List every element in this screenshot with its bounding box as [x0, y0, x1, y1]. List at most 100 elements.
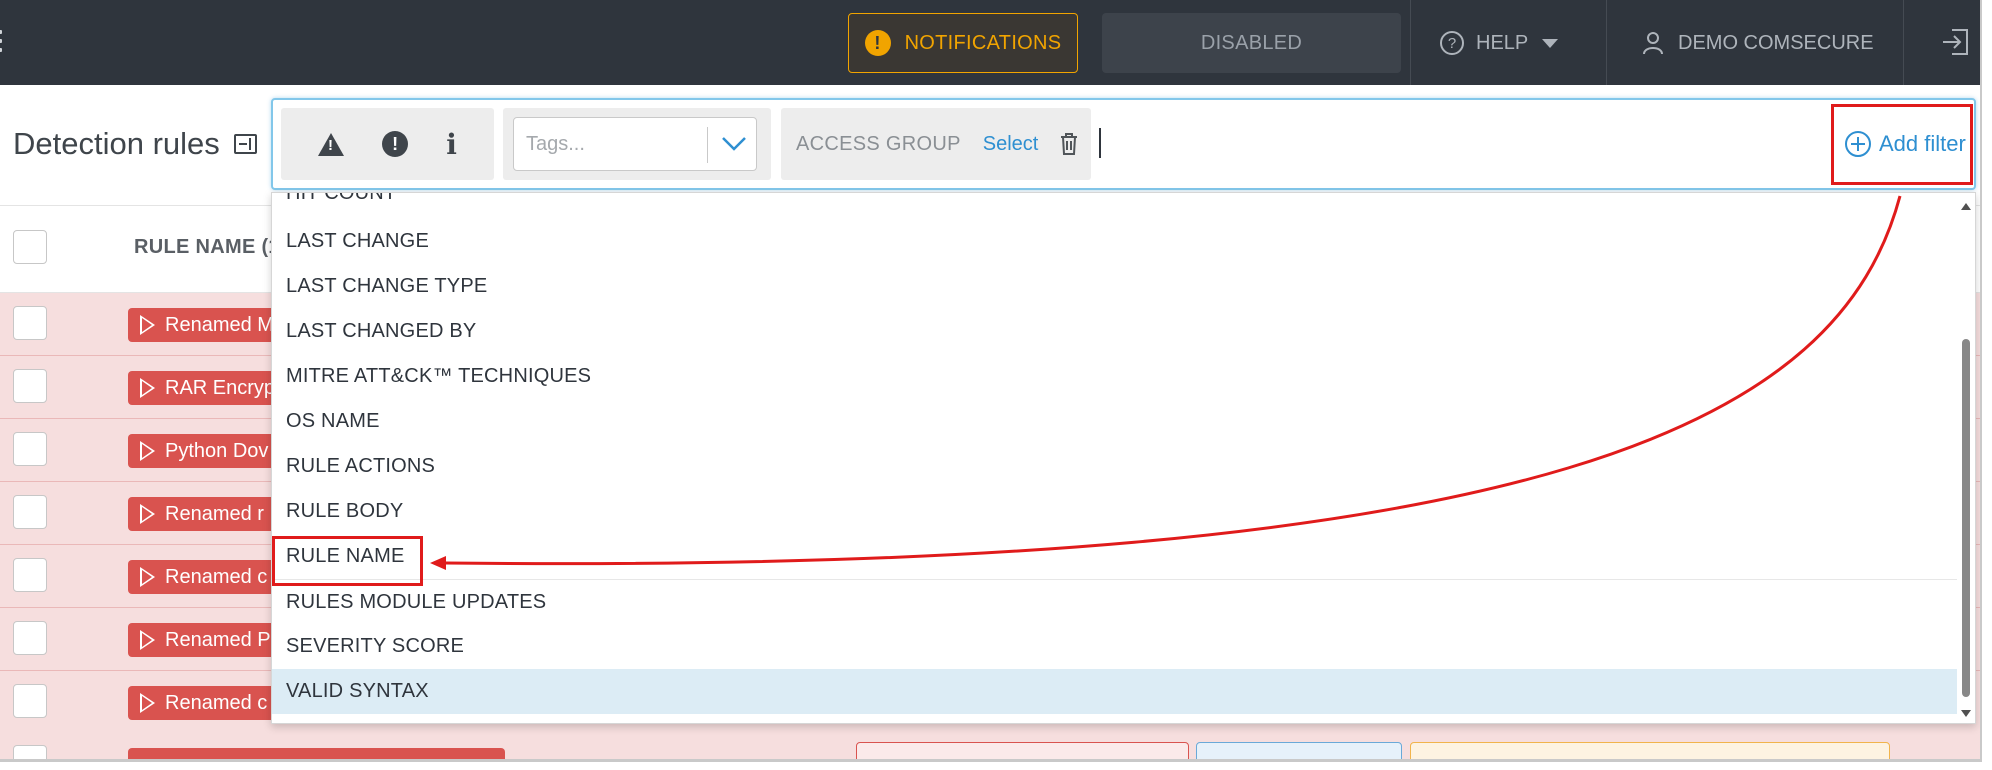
row-checkbox[interactable]	[13, 621, 47, 655]
help-menu-button[interactable]: ? HELP	[1440, 13, 1610, 73]
disabled-label: DISABLED	[1200, 31, 1303, 54]
rule-name-column-header[interactable]: RULE NAME (1	[134, 236, 280, 259]
chevron-down-icon[interactable]	[721, 135, 747, 153]
access-group-label: ACCESS GROUP	[796, 132, 961, 155]
dropdown-item-last-change[interactable]: LAST CHANGE	[272, 219, 1957, 264]
trash-icon[interactable]	[1060, 133, 1078, 155]
rule-name-pill[interactable]: Renamed P	[128, 623, 278, 657]
rule-name-pill[interactable]: Renamed r	[128, 497, 278, 531]
tags-input[interactable]: Tags...	[513, 117, 757, 171]
dropdown-item-rule-body[interactable]: RULE BODY	[272, 489, 1957, 534]
topbar-divider	[1903, 0, 1904, 85]
page-title-text: Detection rules	[13, 126, 220, 161]
scrollbar-thumb[interactable]	[1962, 339, 1970, 697]
dropdown-item-mitre-techniques[interactable]: MITRE ATT&CK™ TECHNIQUES	[272, 354, 1957, 399]
notifications-button[interactable]: ! NOTIFICATIONS	[848, 13, 1078, 73]
dropdown-item-last-change-type[interactable]: LAST CHANGE TYPE	[272, 264, 1957, 309]
rule-name-text: Renamed c	[165, 565, 268, 588]
dropdown-item-rule-name[interactable]: RULE NAME	[272, 534, 1957, 579]
dropdown-item-rule-actions[interactable]: RULE ACTIONS	[272, 444, 1957, 489]
app-window: ! NOTIFICATIONS DISABLED ? HELP DEMO COM…	[0, 0, 1982, 762]
row-checkbox[interactable]	[13, 558, 47, 592]
action-pill[interactable]	[1410, 742, 1890, 759]
severity-filter-group: ! i	[281, 108, 494, 180]
rule-name-text: Renamed P	[165, 628, 271, 651]
add-filter-callout-box	[1831, 104, 1973, 185]
question-circle-icon: ?	[1440, 31, 1464, 55]
dropdown-item-label: RULES MODULE UPDATES	[286, 590, 547, 613]
notifications-label: NOTIFICATIONS	[904, 31, 1062, 54]
scroll-up-arrow-icon[interactable]	[1961, 203, 1971, 210]
exclamation-circle-icon: !	[864, 30, 891, 56]
dropdown-item-valid-syntax[interactable]: VALID SYNTAX	[272, 669, 1957, 714]
dropdown-item-label: HIT COUNT	[286, 192, 397, 204]
logout-button[interactable]	[1940, 28, 1970, 56]
play-icon	[140, 441, 155, 461]
play-icon	[140, 504, 155, 524]
warning-triangle-icon[interactable]	[318, 132, 345, 156]
user-label: DEMO COMSECURE	[1678, 31, 1874, 54]
dropdown-item-label: RULE ACTIONS	[286, 455, 436, 477]
user-menu-button[interactable]: DEMO COMSECURE	[1642, 13, 1892, 73]
rule-name-pill[interactable]: Python Dov	[128, 434, 278, 468]
text-cursor	[1099, 128, 1101, 158]
top-navigation-bar: ! NOTIFICATIONS DISABLED ? HELP DEMO COM…	[0, 0, 1980, 85]
dropdown-item-rules-module-updates[interactable]: RULES MODULE UPDATES	[272, 579, 1957, 624]
info-icon[interactable]: i	[446, 128, 457, 161]
play-icon	[140, 630, 155, 650]
select-all-checkbox[interactable]	[13, 230, 47, 264]
play-icon	[140, 693, 155, 713]
row-checkbox[interactable]	[13, 495, 47, 529]
rule-name-pill[interactable]: Renamed M	[128, 308, 278, 342]
row-checkbox[interactable]	[13, 745, 47, 759]
tags-filter-group: Tags...	[503, 108, 771, 180]
dropdown-item-label: RULE BODY	[286, 500, 404, 522]
page-title: Detection rules	[13, 126, 257, 162]
dropdown-item-last-changed-by[interactable]: LAST CHANGED BY	[272, 309, 1957, 354]
disabled-status-button[interactable]: DISABLED	[1102, 13, 1401, 73]
dropdown-item-label: LAST CHANGED BY	[286, 320, 477, 342]
rule-name-text: RAR Encryp	[165, 376, 276, 399]
tags-divider	[707, 127, 708, 163]
dropdown-item-label: LAST CHANGE TYPE	[286, 275, 488, 297]
action-pill[interactable]	[856, 742, 1189, 759]
row-checkbox[interactable]	[13, 306, 47, 340]
rule-name-pill[interactable]: Renamed c	[128, 686, 278, 720]
play-icon	[140, 567, 155, 587]
panel-toggle-icon[interactable]	[233, 134, 257, 154]
dropdown-item-severity-score[interactable]: SEVERITY SCORE	[272, 624, 1957, 669]
chevron-down-icon	[1542, 38, 1559, 48]
dropdown-item-label: OS NAME	[286, 410, 380, 432]
dropdown-item-label: MITRE ATT&CK™ TECHNIQUES	[286, 365, 592, 387]
user-icon	[1643, 32, 1663, 55]
row-checkbox[interactable]	[13, 684, 47, 718]
row-checkbox[interactable]	[13, 369, 47, 403]
filter-bar[interactable]: ! i Tags... ACCESS GROUP Select Add filt…	[271, 98, 1976, 190]
rule-name-pill[interactable]	[128, 748, 505, 759]
rule-name-text: Python Dov	[165, 439, 269, 462]
rule-name-pill[interactable]: Renamed c	[128, 560, 278, 594]
action-pill[interactable]	[1196, 742, 1402, 759]
menu-handle-icon[interactable]	[0, 30, 2, 58]
table-row-partial	[0, 733, 1980, 759]
tags-placeholder: Tags...	[526, 132, 585, 155]
help-label: HELP	[1476, 31, 1529, 54]
row-checkbox[interactable]	[13, 432, 47, 466]
rule-name-callout-box	[272, 536, 423, 586]
rule-name-text: Renamed c	[165, 691, 268, 714]
dropdown-item-label: VALID SYNTAX	[286, 680, 429, 702]
rule-name-text: Renamed M	[165, 313, 274, 336]
exclamation-circle-icon[interactable]: !	[382, 131, 409, 157]
access-group-select-link[interactable]: Select	[983, 133, 1039, 156]
play-icon	[140, 378, 155, 398]
access-group-filter: ACCESS GROUP Select	[781, 108, 1091, 180]
dropdown-scrollbar[interactable]	[1957, 193, 1975, 723]
rule-name-pill[interactable]: RAR Encryp	[128, 371, 278, 405]
topbar-divider	[1410, 0, 1411, 85]
add-filter-dropdown[interactable]: HIT COUNT LAST CHANGE LAST CHANGE TYPE L…	[271, 192, 1976, 724]
scroll-down-arrow-icon[interactable]	[1961, 710, 1971, 717]
dropdown-item-os-name[interactable]: OS NAME	[272, 399, 1957, 444]
dropdown-item-label: LAST CHANGE	[286, 230, 429, 252]
dropdown-item-hit-count[interactable]: HIT COUNT	[272, 192, 1957, 216]
logout-icon	[1943, 29, 1968, 55]
